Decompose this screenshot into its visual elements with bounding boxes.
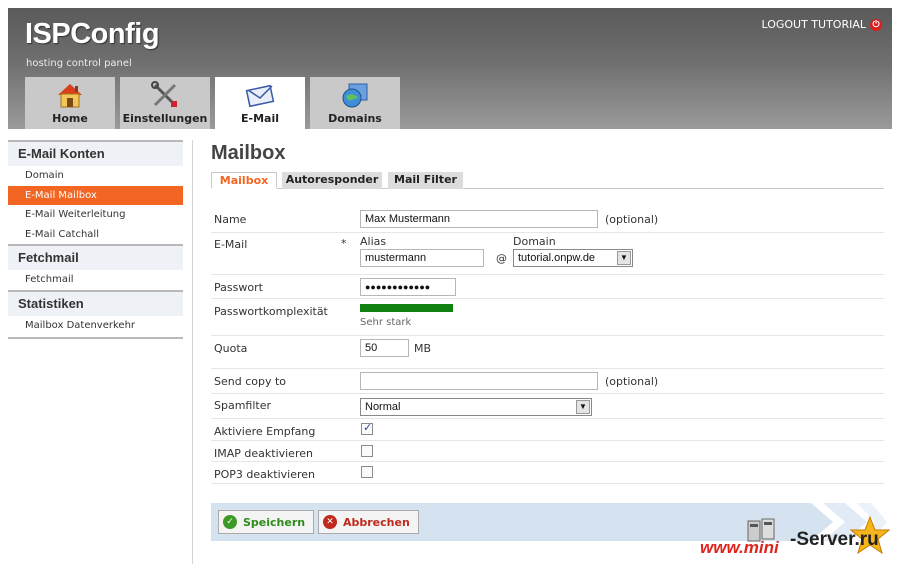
main-content: Mailbox Mailbox Autoresponder Mail Filte… (211, 140, 884, 484)
quota-label: Quota (214, 342, 248, 355)
password-input[interactable]: ●●●●●●●●●●●● (360, 278, 456, 296)
complexity-text: Sehr stark (360, 317, 412, 328)
receive-label: Aktiviere Empfang (214, 425, 316, 438)
domain-select[interactable]: tutorial.onpw.de ▼ (513, 249, 633, 267)
sidebar-section-statistics: Statistiken (8, 289, 183, 316)
sidebar-item-mailbox-traffic[interactable]: Mailbox Datenverkehr (8, 316, 183, 336)
tab-home[interactable]: Home (25, 77, 115, 129)
alias-label: Alias (360, 235, 387, 248)
password-strength-track (360, 304, 453, 312)
form-row-name: Name Max Mustermann (optional) (211, 207, 884, 233)
email-label: E-Mail (214, 238, 248, 251)
subtab-mail-filter[interactable]: Mail Filter (388, 172, 463, 189)
main-tabs: Home Einstellungen E-Mail Domains (25, 77, 400, 129)
domain-label: Domain (513, 235, 556, 248)
tab-label: Home (52, 112, 88, 125)
save-button[interactable]: ✓ Speichern (218, 510, 315, 534)
tab-label: Einstellungen (122, 112, 208, 125)
form-row-email: E-Mail * Alias mustermann @ Domain tutor… (211, 233, 884, 275)
check-icon: ✓ (223, 515, 237, 529)
form-row-imap: IMAP deaktivieren (211, 441, 884, 462)
sidebar-item-email-mailbox[interactable]: E-Mail Mailbox (8, 185, 183, 205)
chevron-down-icon: ▼ (576, 400, 590, 414)
spamfilter-select[interactable]: Normal ▼ (360, 398, 592, 416)
logout-label: LOGOUT TUTORIAL (761, 18, 866, 31)
form-row-quota: Quota 50 MB (211, 336, 884, 369)
logout-link[interactable]: LOGOUT TUTORIAL ⏻ (761, 18, 882, 31)
home-icon (58, 84, 82, 108)
send-copy-label: Send copy to (214, 375, 287, 388)
close-icon: ✕ (323, 515, 337, 529)
globe-folder-icon (342, 83, 368, 108)
send-copy-input[interactable] (360, 372, 598, 390)
spamfilter-label: Spamfilter (214, 399, 272, 412)
subtab-mailbox[interactable]: Mailbox (211, 172, 277, 189)
pop3-label: POP3 deaktivieren (214, 468, 316, 481)
app-tagline: hosting control panel (26, 58, 132, 69)
chevron-down-icon: ▼ (617, 251, 631, 265)
save-button-label: Speichern (243, 515, 306, 529)
form-row-receive: Aktiviere Empfang (211, 419, 884, 441)
imap-label: IMAP deaktivieren (214, 447, 313, 460)
app-logo: ISPConfig (25, 18, 160, 50)
at-sign: @ (496, 252, 507, 265)
password-strength-bar (360, 304, 453, 312)
imap-checkbox[interactable] (361, 445, 373, 457)
power-icon: ⏻ (870, 18, 882, 31)
form-row-pop3: POP3 deaktivieren (211, 462, 884, 484)
envelope-icon (245, 84, 275, 108)
subtabs: Mailbox Autoresponder Mail Filter (211, 172, 884, 189)
sidebar-item-email-forward[interactable]: E-Mail Weiterleitung (8, 205, 183, 225)
sidebar-divider (8, 337, 183, 339)
sidebar-item-email-catchall[interactable]: E-Mail Catchall (8, 225, 183, 245)
watermark-server: -Server.ru (790, 529, 879, 550)
cancel-button[interactable]: ✕ Abbrechen (318, 510, 419, 534)
required-mark: * (341, 237, 347, 250)
sidebar-section-fetchmail: Fetchmail (8, 244, 183, 270)
pop3-checkbox[interactable] (361, 466, 373, 478)
receive-checkbox[interactable] (361, 421, 373, 435)
form-row-password: Passwort ●●●●●●●●●●●● (211, 275, 884, 299)
sidebar-item-domain[interactable]: Domain (8, 166, 183, 186)
password-label: Passwort (214, 281, 263, 294)
subtab-autoresponder[interactable]: Autoresponder (282, 172, 382, 189)
form-row-spamfilter: Spamfilter Normal ▼ (211, 394, 884, 419)
complexity-label: Passwortkomplexität (214, 305, 328, 318)
tab-label: E-Mail (241, 112, 279, 125)
quota-unit: MB (414, 342, 432, 355)
quota-input[interactable]: 50 (360, 339, 409, 357)
watermark: www.mini -Server.ru (700, 515, 890, 567)
sidebar: E-Mail Konten Domain E-Mail Mailbox E-Ma… (8, 140, 183, 339)
name-optional-note: (optional) (605, 213, 659, 226)
domain-select-value: tutorial.onpw.de (518, 252, 596, 264)
sidebar-section-email-accounts: E-Mail Konten (8, 140, 183, 166)
content-divider (192, 140, 193, 564)
page-title: Mailbox (211, 142, 286, 164)
name-input[interactable]: Max Mustermann (360, 210, 598, 228)
watermark-www: www.mini (700, 538, 779, 557)
tab-label: Domains (328, 112, 382, 125)
cancel-button-label: Abbrechen (343, 515, 410, 529)
name-label: Name (214, 213, 247, 226)
send-copy-optional-note: (optional) (605, 375, 659, 388)
sidebar-item-fetchmail[interactable]: Fetchmail (8, 270, 183, 290)
header-bar: ISPConfig hosting control panel LOGOUT T… (8, 8, 892, 129)
tab-email[interactable]: E-Mail (215, 77, 305, 129)
spamfilter-select-value: Normal (365, 401, 401, 413)
alias-input[interactable]: mustermann (360, 249, 484, 267)
form-row-complexity: Passwortkomplexität Sehr stark (211, 299, 884, 336)
tools-icon (151, 81, 177, 107)
tab-einstellungen[interactable]: Einstellungen (120, 77, 210, 129)
form-row-send-copy: Send copy to (optional) (211, 369, 884, 394)
tab-domains[interactable]: Domains (310, 77, 400, 129)
